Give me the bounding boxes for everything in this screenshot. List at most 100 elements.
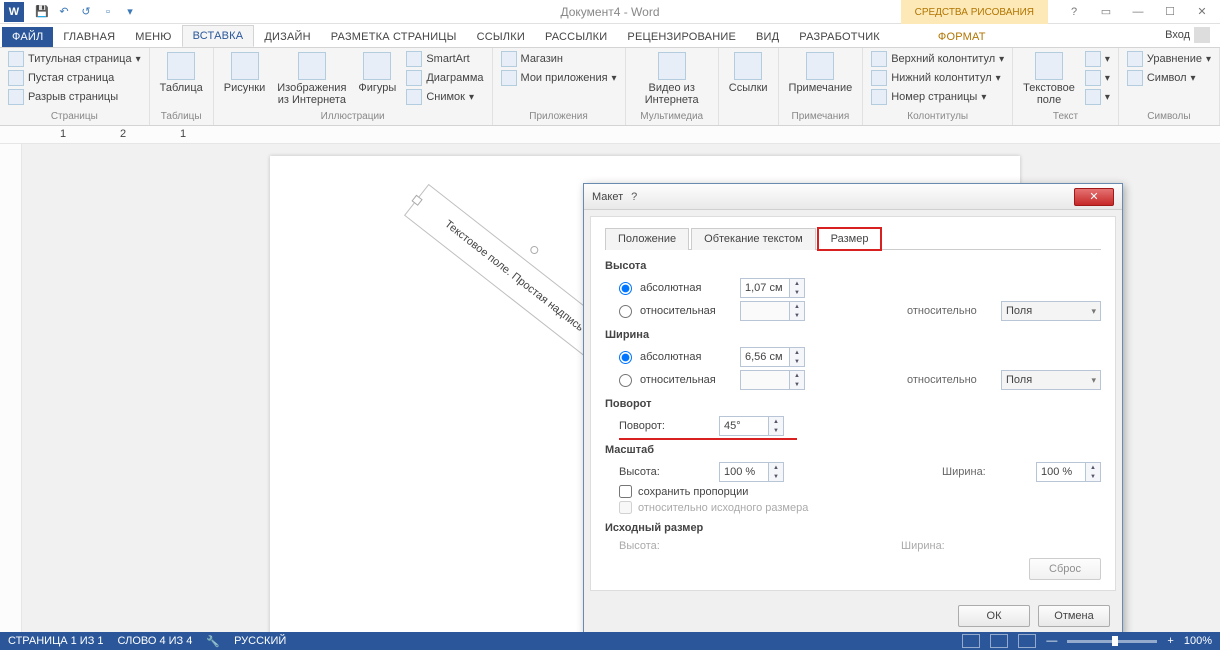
tab-home[interactable]: ГЛАВНАЯ — [53, 27, 125, 47]
height-relative-spinner[interactable]: ▲▼ — [740, 301, 805, 321]
scale-height-spinner[interactable]: ▲▼ — [719, 462, 784, 482]
myapps-button[interactable]: Мои приложения ▾ — [499, 69, 619, 87]
tab-layout[interactable]: РАЗМЕТКА СТРАНИЦЫ — [321, 27, 467, 47]
lock-aspect-checkbox[interactable] — [619, 485, 632, 498]
header-icon — [871, 51, 887, 67]
tab-view[interactable]: ВИД — [746, 27, 789, 47]
width-absolute-radio[interactable] — [619, 351, 632, 364]
view-readmode-icon[interactable] — [962, 634, 980, 648]
tab-references[interactable]: ССЫЛКИ — [467, 27, 535, 47]
chart-button[interactable]: Диаграмма — [404, 69, 485, 87]
zoom-out-icon[interactable]: — — [1046, 635, 1057, 647]
page-number-button[interactable]: Номер страницы ▾ — [869, 88, 1006, 106]
status-language[interactable]: РУССКИЙ — [234, 635, 286, 647]
textbox-icon — [1035, 52, 1063, 80]
width-value-input[interactable] — [741, 348, 789, 366]
tab-design[interactable]: ДИЗАЙН — [254, 27, 320, 47]
status-words[interactable]: СЛОВО 4 ИЗ 4 — [118, 635, 193, 647]
comment-button[interactable]: Примечание — [785, 50, 857, 96]
save-icon[interactable]: 💾 — [32, 2, 52, 22]
avatar-icon — [1194, 27, 1210, 43]
tab-mailings[interactable]: РАССЫЛКИ — [535, 27, 617, 47]
textbox-button[interactable]: Текстовое поле — [1019, 50, 1079, 108]
spin-down-icon[interactable]: ▼ — [790, 288, 804, 297]
close-icon[interactable]: ✕ — [1190, 2, 1214, 22]
view-web-icon[interactable] — [1018, 634, 1036, 648]
footer-button[interactable]: Нижний колонтитул ▾ — [869, 69, 1006, 87]
tab-file[interactable]: ФАЙЛ — [2, 27, 53, 47]
zoom-slider[interactable] — [1067, 640, 1157, 643]
video-button[interactable]: Видео из Интернета — [632, 50, 712, 108]
section-width: Ширина — [605, 329, 1101, 341]
screenshot-button[interactable]: Снимок ▾ — [404, 88, 485, 106]
shapes-button[interactable]: Фигуры — [354, 50, 400, 96]
status-page[interactable]: СТРАНИЦА 1 ИЗ 1 — [8, 635, 104, 647]
login-link[interactable]: Вход — [1155, 23, 1220, 47]
quick-parts-button[interactable]: ▾ — [1083, 50, 1112, 68]
break-icon — [8, 89, 24, 105]
spin-up-icon[interactable]: ▲ — [790, 279, 804, 288]
width-relative-radio[interactable] — [619, 374, 632, 387]
zoom-level[interactable]: 100% — [1184, 635, 1212, 647]
footer-icon — [871, 70, 887, 86]
ribbon-group-illustrations: Рисунки Изображения из Интернета Фигуры … — [214, 48, 493, 125]
dialog-title: Макет — [592, 191, 623, 203]
dropcap-button[interactable]: ▾ — [1083, 88, 1112, 106]
height-relative-combo: Поля — [1001, 301, 1101, 321]
rotation-handle-icon[interactable] — [529, 244, 540, 255]
new-doc-icon[interactable]: ▫ — [98, 2, 118, 22]
width-relative-spinner[interactable]: ▲▼ — [740, 370, 805, 390]
cancel-button[interactable]: Отмена — [1038, 605, 1110, 627]
tab-menu[interactable]: Меню — [125, 27, 181, 47]
ribbon-group-tables: Таблица Таблицы — [150, 48, 214, 125]
reset-button: Сброс — [1029, 558, 1101, 580]
online-pictures-button[interactable]: Изображения из Интернета — [273, 50, 350, 108]
tab-insert[interactable]: ВСТАВКА — [182, 25, 255, 47]
links-button[interactable]: Ссылки — [725, 50, 772, 96]
height-absolute-radio[interactable] — [619, 282, 632, 295]
table-button[interactable]: Таблица — [156, 50, 207, 96]
maximize-icon[interactable]: ☐ — [1158, 2, 1182, 22]
zoom-in-icon[interactable]: + — [1167, 635, 1173, 647]
dialog-tab-size[interactable]: Размер — [818, 228, 882, 250]
height-absolute-spinner[interactable]: ▲▼ — [740, 278, 805, 298]
tab-format[interactable]: ФОРМАТ — [928, 27, 996, 47]
height-relative-radio[interactable] — [619, 305, 632, 318]
tab-review[interactable]: РЕЦЕНЗИРОВАНИЕ — [617, 27, 746, 47]
width-absolute-spinner[interactable]: ▲▼ — [740, 347, 805, 367]
word-logo-icon: W — [4, 2, 24, 22]
window-title: Документ4 - Word — [560, 5, 659, 19]
horizontal-ruler[interactable]: 121 — [0, 126, 1220, 144]
page-break-button[interactable]: Разрыв страницы — [6, 88, 143, 106]
header-button[interactable]: Верхний колонтитул ▾ — [869, 50, 1006, 68]
cover-page-button[interactable]: Титульная страница ▾ — [6, 50, 143, 68]
ribbon-options-icon[interactable]: ▭ — [1094, 2, 1118, 22]
statusbar: СТРАНИЦА 1 ИЗ 1 СЛОВО 4 ИЗ 4 🔧 РУССКИЙ —… — [0, 632, 1220, 650]
help-icon[interactable]: ? — [1062, 2, 1086, 22]
ribbon-tabs: ФАЙЛ ГЛАВНАЯ Меню ВСТАВКА ДИЗАЙН РАЗМЕТК… — [0, 24, 1220, 48]
dialog-help-icon[interactable]: ? — [623, 188, 645, 206]
height-value-input[interactable] — [741, 279, 789, 297]
rotation-spinner[interactable]: ▲▼ — [719, 416, 784, 436]
store-button[interactable]: Магазин — [499, 50, 619, 68]
dialog-tab-wrap[interactable]: Обтекание текстом — [691, 228, 816, 250]
pictures-button[interactable]: Рисунки — [220, 50, 270, 96]
blank-page-button[interactable]: Пустая страница — [6, 69, 143, 87]
wordart-button[interactable]: ▾ — [1083, 69, 1112, 87]
minimize-icon[interactable]: — — [1126, 2, 1150, 22]
view-print-icon[interactable] — [990, 634, 1008, 648]
dialog-titlebar[interactable]: Макет ? ✕ — [584, 184, 1122, 210]
vertical-ruler[interactable] — [0, 144, 22, 632]
undo-icon[interactable]: ↶ — [54, 2, 74, 22]
ok-button[interactable]: ОК — [958, 605, 1030, 627]
dialog-close-button[interactable]: ✕ — [1074, 188, 1114, 206]
smartart-button[interactable]: SmartArt — [404, 50, 485, 68]
redo-icon[interactable]: ↺ — [76, 2, 96, 22]
tab-developer[interactable]: РАЗРАБОТЧИК — [789, 27, 890, 47]
equation-button[interactable]: Уравнение ▾ — [1125, 50, 1213, 68]
scale-width-spinner[interactable]: ▲▼ — [1036, 462, 1101, 482]
symbol-button[interactable]: Символ ▾ — [1125, 69, 1213, 87]
dialog-tab-position[interactable]: Положение — [605, 228, 689, 250]
rotation-value-input[interactable] — [720, 417, 768, 435]
qat-dropdown-icon[interactable]: ▾ — [120, 2, 140, 22]
